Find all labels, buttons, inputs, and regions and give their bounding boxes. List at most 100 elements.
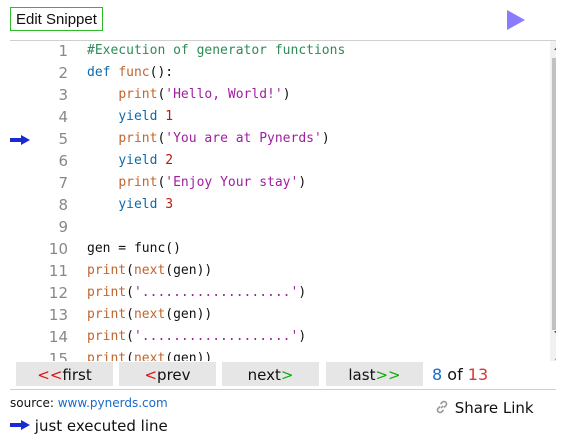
scrollbar[interactable] (550, 41, 556, 361)
code-token: 'Hello, World!' (165, 87, 283, 102)
code-text: gen = func() (87, 239, 181, 259)
prev-button[interactable]: <prev (119, 362, 216, 386)
code-line: 10 gen = func() (10, 239, 540, 261)
next-label: next (247, 366, 281, 384)
code-token: next (133, 351, 166, 361)
code-token: 'You are at Pynerds' (165, 131, 322, 146)
line-number: 8 (58, 196, 68, 214)
line-number: 9 (58, 218, 68, 236)
link-icon (436, 400, 448, 414)
code-line: 12 print('...................') (10, 283, 540, 305)
code-token: ) (321, 131, 330, 146)
last-chevron: >> (375, 366, 401, 384)
prev-label: prev (157, 366, 191, 384)
code-line: 13 print(next(gen)) (10, 305, 540, 327)
source-link[interactable]: www.pynerds.com (58, 396, 168, 410)
code-token: gen = func() (87, 241, 181, 256)
edit-snippet-button[interactable]: Edit Snippet (10, 7, 103, 31)
code-line: 4 yield 1 (10, 107, 540, 129)
code-token: 2 (165, 153, 174, 168)
current-line-arrow-icon (10, 135, 30, 145)
code-text: yield 3 (87, 195, 173, 215)
code-token: yield (118, 197, 166, 212)
executed-line-arrow-icon (10, 420, 30, 430)
code-text: print(next(gen)) (87, 305, 212, 325)
source-label: source: (10, 396, 54, 410)
last-label: last (348, 366, 376, 384)
resize-grip-icon[interactable] (550, 347, 556, 361)
code-line: 7 print('Enjoy Your stay') (10, 173, 540, 195)
code-token: print (87, 307, 127, 322)
code-line: 5 print('You are at Pynerds') (10, 129, 540, 151)
code-token: (gen)) (165, 351, 213, 361)
next-chevron: > (280, 366, 294, 384)
code-token: print (87, 285, 127, 300)
line-number: 15 (48, 350, 68, 361)
code-token: (gen)) (165, 307, 213, 322)
share-link-button[interactable]: Share Link (434, 399, 534, 417)
line-number: 13 (48, 306, 68, 324)
line-number: 14 (48, 328, 68, 346)
code-token: yield (118, 109, 166, 124)
scroll-up-arrow-icon[interactable] (554, 45, 556, 50)
code-token: print (118, 87, 158, 102)
code-text: print('...................') (87, 283, 306, 303)
code-token: yield (118, 153, 166, 168)
first-label: first (62, 366, 92, 384)
line-number: 7 (58, 174, 68, 192)
code-text: print(next(gen)) (87, 261, 212, 281)
prev-chevron: < (144, 366, 158, 384)
code-line: 1 #Execution of generator functions (10, 41, 540, 63)
current-step: 8 (432, 365, 443, 384)
code-token: next (133, 307, 166, 322)
code-token: print (87, 329, 127, 344)
code-line: 15 print(next(gen)) (10, 349, 540, 361)
code-token: print (118, 131, 158, 146)
line-number: 5 (58, 130, 68, 148)
code-token: ( (126, 263, 134, 278)
code-text: print('...................') (87, 327, 306, 347)
code-token: '...................' (133, 285, 299, 300)
code-text: print('Enjoy Your stay') (87, 173, 306, 193)
of-label: of (447, 365, 463, 384)
scroll-down-arrow-icon[interactable] (554, 331, 556, 336)
next-button[interactable]: next> (222, 362, 319, 386)
code-token: 3 (165, 197, 174, 212)
code-token: ) (298, 285, 307, 300)
play-icon[interactable] (506, 10, 526, 30)
code-token: print (87, 351, 127, 361)
legend: just executed line (10, 417, 168, 435)
code-token: ( (126, 285, 134, 300)
line-number: 11 (48, 262, 68, 280)
line-number: 6 (58, 152, 68, 170)
code-token: ) (298, 175, 307, 190)
code-token: 1 (165, 109, 174, 124)
first-button[interactable]: <<first (16, 362, 113, 386)
first-chevron: << (37, 366, 63, 384)
code-text: yield 2 (87, 151, 173, 171)
code-text: print(next(gen)) (87, 349, 212, 361)
line-number: 10 (48, 240, 68, 258)
code-line: 14 print('...................') (10, 327, 540, 349)
step-navigation: <<first <prev next> last>> 8 of 13 (0, 362, 563, 388)
code-line: 6 yield 2 (10, 151, 540, 173)
code-text: print('You are at Pynerds') (87, 129, 330, 149)
code-text: def func(): (87, 63, 173, 83)
code-token: #Execution of generator functions (87, 43, 346, 58)
code-token: print (87, 263, 127, 278)
toolbar: Edit Snippet (0, 0, 563, 40)
code-token: def (87, 65, 119, 80)
source-line: source: www.pynerds.com (10, 396, 168, 410)
code-token: 'Enjoy Your stay' (165, 175, 299, 190)
code-viewer: 1 #Execution of generator functions 2 def f… (10, 41, 556, 361)
code-token: ) (282, 87, 291, 102)
scrollbar-thumb[interactable] (552, 58, 556, 330)
line-number: 12 (48, 284, 68, 302)
code-token: ( (126, 307, 134, 322)
code-token: ( (126, 351, 134, 361)
legend-label: just executed line (34, 417, 168, 435)
code-token: (): (149, 65, 174, 80)
code-token: ( (126, 329, 134, 344)
code-text: yield 1 (87, 107, 173, 127)
last-button[interactable]: last>> (326, 362, 423, 386)
